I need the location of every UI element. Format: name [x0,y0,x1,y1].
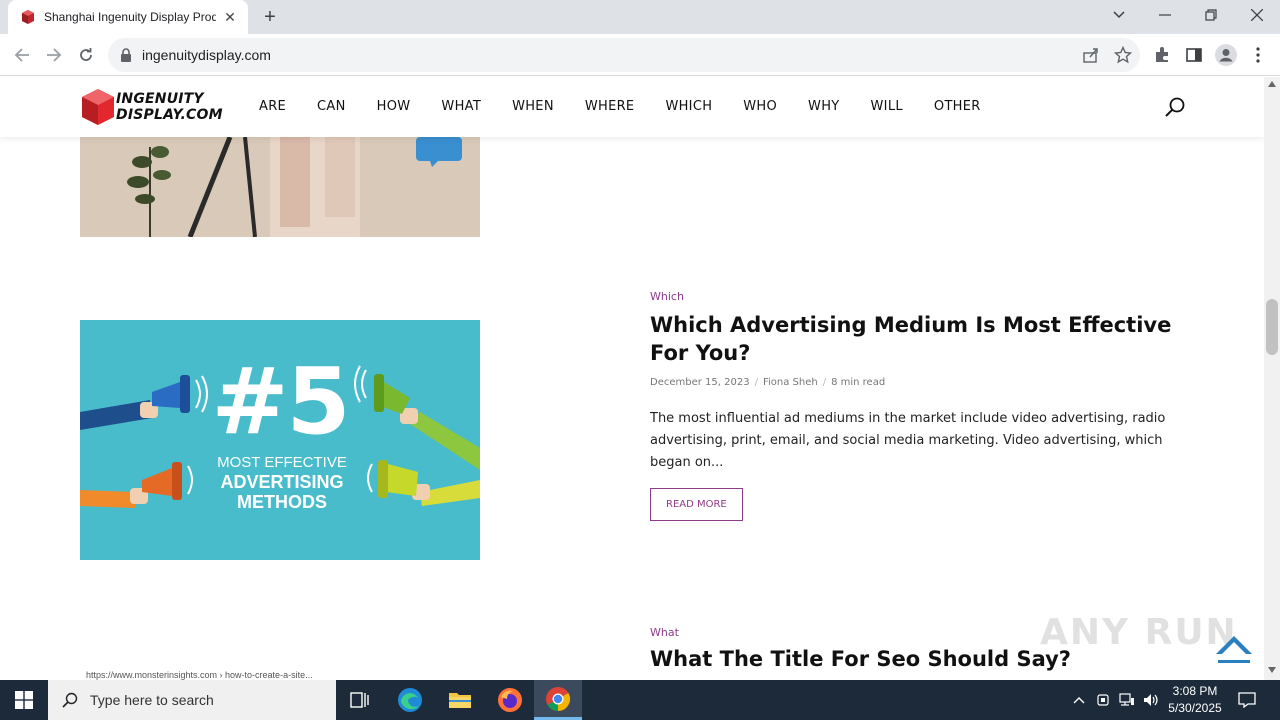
site-search-icon[interactable] [1164,96,1186,118]
menu-item-how[interactable]: HOW [377,99,411,114]
menu-item-other[interactable]: OTHER [934,99,981,114]
side-panel-icon[interactable] [1185,46,1203,64]
back-icon[interactable] [10,43,34,67]
volume-icon[interactable] [1142,691,1160,709]
lock-icon [121,48,131,62]
windows-taskbar: Type here to search 3:08 PM 5/30/2025 [0,680,1280,720]
menu-item-who[interactable]: WHO [743,99,777,114]
post-thumbnail[interactable]: #5 MOST EFFECTIVE ADVERTISING METHODS [80,320,480,560]
search-icon [62,692,78,708]
menu-item-are[interactable]: ARE [259,99,286,114]
thumbnail-url-text: https://www.monsterinsights.com › how-to… [86,670,313,680]
post-meta: December 15, 2023 / Fiona Sheh / 8 min read [650,377,1190,388]
main-menu: ARE CAN HOW WHAT WHEN WHERE WHICH WHO WH… [259,99,1012,114]
firefox-icon[interactable] [486,680,534,720]
site-favicon-icon [22,10,34,24]
post-date: December 15, 2023 [650,377,750,388]
logo-text: INGENUITY DISPLAY.COM [116,91,223,123]
image-line-1: MOST EFFECTIVE [217,454,347,471]
edge-browser-icon[interactable] [386,680,434,720]
task-view-icon[interactable] [336,680,384,720]
chrome-icon[interactable] [534,680,582,720]
new-tab-button[interactable]: + [258,6,282,28]
menu-item-when[interactable]: WHEN [512,99,554,114]
file-explorer-icon[interactable] [436,680,484,720]
scrollbar-thumb[interactable] [1266,299,1278,355]
close-window-icon[interactable] [1234,0,1280,30]
read-more-button[interactable]: READ MORE [650,488,743,521]
address-bar[interactable]: ingenuitydisplay.com [108,38,1140,72]
clock-date: 5/30/2025 [1168,701,1222,715]
menu-item-where[interactable]: WHERE [585,99,635,114]
url-text: ingenuitydisplay.com [142,47,271,63]
tab-close-icon[interactable]: ✕ [222,9,238,25]
menu-item-which[interactable]: WHICH [665,99,712,114]
taskbar-search-placeholder: Type here to search [90,692,214,708]
post-thumbnail-previous[interactable] [80,137,480,237]
clock-time: 3:08 PM [1172,684,1218,698]
network-icon[interactable] [1118,691,1136,709]
image-line-2: ADVERTISING [220,472,344,492]
taskbar-search-box[interactable]: Type here to search [48,680,336,720]
image-big-number: #5 [211,348,350,455]
start-button[interactable] [0,680,48,720]
post-card: Which Which Advertising Medium Is Most E… [650,290,1190,521]
anyrun-watermark: ANY RUN [1040,612,1238,653]
scroll-up-arrow-icon[interactable] [1268,81,1276,87]
post-read-time: 8 min read [831,377,886,388]
image-line-3: METHODS [237,492,327,512]
reload-icon[interactable] [74,43,98,67]
site-logo[interactable]: INGENUITY DISPLAY.COM [80,87,230,127]
restore-icon[interactable] [1188,0,1234,30]
tab-search-icon[interactable] [1096,0,1142,30]
browser-tab[interactable]: Shanghai Ingenuity Display Prod ✕ [8,0,248,34]
taskbar-clock[interactable]: 3:08 PM 5/30/2025 [1160,683,1230,717]
bookmark-star-icon[interactable] [1114,46,1132,64]
page-scrollbar[interactable] [1264,77,1280,680]
tab-title: Shanghai Ingenuity Display Prod [44,10,216,24]
tray-device-icon[interactable] [1094,691,1112,709]
scroll-down-arrow-icon[interactable] [1268,667,1276,673]
web-page: INGENUITY DISPLAY.COM ARE CAN HOW WHAT W… [0,77,1264,680]
profile-avatar-icon[interactable] [1215,44,1237,66]
menu-item-can[interactable]: CAN [317,99,346,114]
share-icon[interactable] [1082,46,1100,64]
browser-menu-icon[interactable] [1249,46,1267,64]
logo-cube-icon [82,89,114,125]
tray-chevron-up-icon[interactable] [1070,691,1088,709]
meta-separator: / [754,377,758,388]
logo-line-2: DISPLAY.COM [116,107,223,123]
photo-illustration [80,137,480,237]
notifications-icon[interactable] [1238,691,1256,709]
menu-item-why[interactable]: WHY [808,99,839,114]
forward-icon[interactable] [42,43,66,67]
post-excerpt: The most influential ad mediums in the m… [650,411,1166,470]
extensions-icon[interactable] [1153,46,1171,64]
meta-separator: / [822,377,827,388]
windows-logo-icon [15,691,33,709]
post-category[interactable]: Which [650,290,1190,303]
post-title[interactable]: Which Advertising Medium Is Most Effecti… [650,311,1190,367]
menu-item-will[interactable]: WILL [871,99,903,114]
post-thumbnail-next[interactable]: https://www.monsterinsights.com › how-to… [80,665,480,680]
site-header: INGENUITY DISPLAY.COM ARE CAN HOW WHAT W… [0,77,1264,137]
scroll-to-top-icon[interactable] [1212,632,1256,670]
tab-strip: Shanghai Ingenuity Display Prod ✕ + [0,0,1280,34]
logo-line-1: INGENUITY [116,91,204,107]
minimize-icon[interactable] [1142,0,1188,30]
browser-toolbar: ingenuitydisplay.com [0,34,1280,76]
post-author[interactable]: Fiona Sheh [763,377,818,388]
menu-item-what[interactable]: WHAT [441,99,481,114]
